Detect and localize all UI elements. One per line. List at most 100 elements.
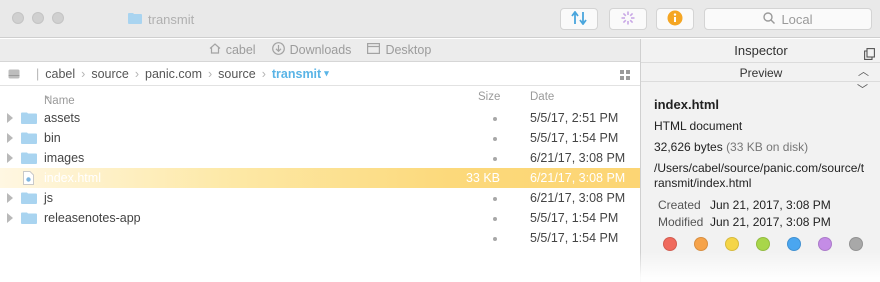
table-row[interactable]: bin 5/5/17, 1:54 PM bbox=[0, 128, 640, 148]
folder-icon bbox=[21, 192, 37, 207]
disclosure-triangle-icon[interactable] bbox=[7, 113, 13, 123]
minimize-window-button[interactable] bbox=[32, 12, 44, 24]
inspector-title-text: Inspector bbox=[734, 43, 788, 58]
folder-icon bbox=[128, 12, 142, 27]
label-orange[interactable] bbox=[694, 237, 708, 251]
size-placeholder-dot bbox=[493, 237, 497, 241]
breadcrumb-item[interactable]: source bbox=[218, 67, 256, 81]
grid-view-icon[interactable] bbox=[620, 69, 630, 83]
table-row[interactable]: images 6/21/17, 3:08 PM bbox=[0, 148, 640, 168]
close-window-button[interactable] bbox=[12, 12, 24, 24]
column-size-header[interactable]: Size bbox=[478, 91, 500, 103]
search-placeholder: Local bbox=[781, 11, 813, 27]
breadcrumb-current-label: transmit bbox=[271, 66, 322, 81]
inspector-file-name: index.html bbox=[654, 97, 720, 112]
transfer-arrows-icon bbox=[571, 10, 587, 28]
inspector-size: 32,626 bytes (33 KB on disk) bbox=[654, 140, 876, 154]
label-gray[interactable] bbox=[849, 237, 863, 251]
breadcrumb: | cabel › source › panic.com › source › … bbox=[0, 62, 640, 86]
modified-value: Jun 21, 2017, 3:08 PM bbox=[710, 215, 831, 229]
inspector-path: /Users/cabel/source/panic.com/source/tra… bbox=[654, 161, 865, 190]
file-size: 33 KB bbox=[465, 171, 500, 185]
file-date: 5/5/17, 1:54 PM bbox=[530, 131, 619, 145]
file-date: 6/21/17, 3:08 PM bbox=[530, 171, 626, 185]
download-icon bbox=[271, 42, 285, 58]
chevron-down-icon: ▾ bbox=[324, 68, 329, 78]
sort-ascending-icon: ⌃ bbox=[44, 95, 52, 105]
disclosure-triangle-icon[interactable] bbox=[7, 133, 13, 143]
label-green[interactable] bbox=[756, 237, 770, 251]
spinner-icon bbox=[621, 11, 635, 28]
file-date: 5/5/17, 1:54 PM bbox=[530, 211, 619, 225]
preview-section-header[interactable]: Preview ︿ bbox=[641, 64, 880, 82]
breadcrumb-item[interactable]: source bbox=[91, 67, 129, 81]
file-name: releasenotes-app bbox=[44, 211, 141, 225]
info-icon bbox=[667, 10, 683, 29]
column-date-header[interactable]: Date bbox=[530, 91, 554, 103]
favorite-label: Desktop bbox=[385, 43, 432, 57]
breadcrumb-current[interactable]: transmit ▾ bbox=[272, 67, 329, 81]
size-placeholder-dot bbox=[493, 157, 497, 161]
inspector-panel: Inspector Preview ︿ ﹀ index.html HTML do… bbox=[640, 39, 880, 282]
favorite-label: cabel bbox=[225, 43, 256, 57]
inspector-on-disk: (33 KB on disk) bbox=[726, 140, 809, 154]
disclosure-triangle-icon[interactable] bbox=[7, 153, 13, 163]
size-placeholder-dot bbox=[493, 197, 497, 201]
html-file-icon bbox=[23, 171, 34, 188]
chevron-right-icon: › bbox=[208, 66, 213, 81]
inspector-created-row: Created Jun 21, 2017, 3:08 PM bbox=[658, 198, 876, 212]
label-blue[interactable] bbox=[787, 237, 801, 251]
breadcrumb-item[interactable]: cabel bbox=[45, 67, 75, 81]
color-labels bbox=[663, 237, 863, 251]
chevron-right-icon: › bbox=[261, 66, 266, 81]
zoom-window-button[interactable] bbox=[52, 12, 64, 24]
disk-icon[interactable] bbox=[8, 69, 20, 79]
file-name: bin bbox=[44, 131, 61, 145]
breadcrumb-item[interactable]: panic.com bbox=[145, 67, 202, 81]
created-value: Jun 21, 2017, 3:08 PM bbox=[710, 198, 831, 212]
label-purple[interactable] bbox=[818, 237, 832, 251]
favorite-cabel[interactable]: cabel bbox=[209, 43, 256, 57]
folder-icon bbox=[21, 212, 37, 227]
file-name: index.html bbox=[44, 171, 101, 185]
label-red[interactable] bbox=[663, 237, 677, 251]
folder-icon bbox=[21, 152, 37, 167]
file-name: assets bbox=[44, 111, 81, 125]
desktop-icon bbox=[367, 43, 381, 57]
created-label: Created bbox=[658, 198, 701, 212]
inspector-modified-row: Modified Jun 21, 2017, 3:08 PM bbox=[658, 215, 876, 229]
table-row[interactable]: releasenotes-app 5/5/17, 1:54 PM bbox=[0, 208, 640, 228]
favorites-bar: cabel Downloads Desktop bbox=[0, 39, 640, 62]
table-row[interactable]: 5/5/17, 1:54 PM bbox=[0, 228, 640, 248]
title-bar: transmit Local bbox=[0, 0, 880, 38]
chevron-right-icon: › bbox=[134, 66, 140, 81]
favorite-desktop[interactable]: Desktop bbox=[367, 43, 431, 57]
file-name: js bbox=[44, 191, 54, 205]
file-date: 5/5/17, 2:51 PM bbox=[530, 111, 619, 125]
disclosure-triangle-icon[interactable] bbox=[7, 193, 13, 203]
search-icon bbox=[763, 11, 776, 27]
table-row[interactable]: assets 5/5/17, 2:51 PM bbox=[0, 108, 640, 128]
info-button[interactable] bbox=[656, 8, 694, 30]
activity-button[interactable] bbox=[609, 8, 647, 30]
column-headers: Name ⌃ Size Date bbox=[0, 87, 640, 107]
search-input[interactable]: Local bbox=[704, 8, 872, 30]
favorite-downloads[interactable]: Downloads bbox=[271, 42, 352, 58]
table-row-selected[interactable]: index.html 33 KB 6/21/17, 3:08 PM bbox=[0, 168, 640, 188]
label-yellow[interactable] bbox=[725, 237, 739, 251]
size-placeholder-dot bbox=[493, 137, 497, 141]
inspector-kind: HTML document bbox=[654, 119, 743, 133]
file-name: images bbox=[44, 151, 85, 165]
sync-button[interactable] bbox=[560, 8, 598, 30]
file-list: assets 5/5/17, 2:51 PM bin 5/5/17, 1:54 … bbox=[0, 108, 640, 282]
table-row[interactable]: js 6/21/17, 3:08 PM bbox=[0, 188, 640, 208]
folder-icon bbox=[21, 112, 37, 127]
favorite-label: Downloads bbox=[289, 43, 352, 57]
chevron-down-icon[interactable]: ﹀ bbox=[857, 81, 868, 97]
chevron-right-icon: › bbox=[81, 66, 86, 81]
file-date: 6/21/17, 3:08 PM bbox=[530, 151, 626, 165]
breadcrumb-separator: | bbox=[36, 66, 40, 81]
window-title-text: transmit bbox=[148, 11, 195, 27]
chevron-up-icon[interactable]: ︿ bbox=[858, 63, 869, 81]
disclosure-triangle-icon[interactable] bbox=[7, 213, 13, 223]
